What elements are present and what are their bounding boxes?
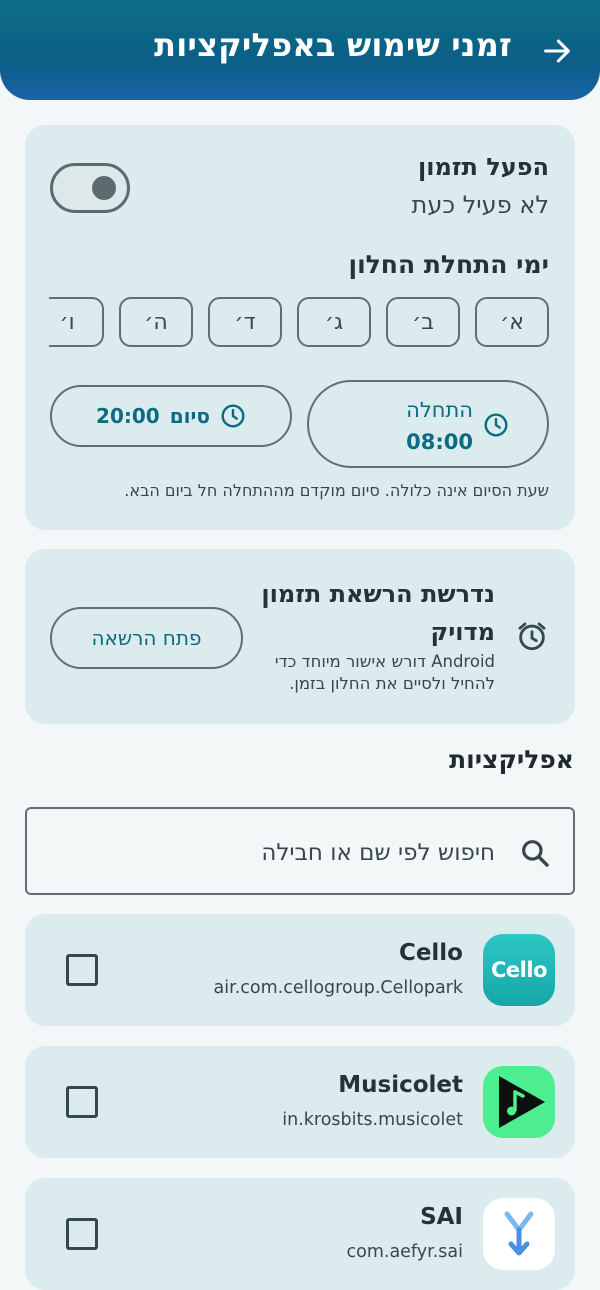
day-chip[interactable]: ד׳ <box>208 297 282 347</box>
day-chip[interactable]: ב׳ <box>386 297 460 347</box>
app-checkbox[interactable] <box>66 1086 98 1118</box>
page-title: זמני שימוש באפליקציות <box>154 26 512 64</box>
search-icon <box>522 840 549 867</box>
cello-app-icon: Cello <box>483 934 555 1006</box>
end-time-button[interactable]: סיום 20:00 <box>50 385 292 447</box>
day-chip[interactable]: ה׳ <box>119 297 193 347</box>
app-checkbox[interactable] <box>66 1218 98 1250</box>
schedule-title: הפעל תזמון <box>418 153 549 181</box>
schedule-note: שעת הסיום אינה כלולה. סיום מוקדם מההתחלה… <box>124 481 549 500</box>
musicolet-app-icon <box>483 1066 555 1138</box>
app-name: Cello <box>398 940 463 966</box>
app-name: Musicolet <box>338 1072 463 1098</box>
app-checkbox[interactable] <box>66 954 98 986</box>
apps-section-title: אפליקציות <box>449 745 574 774</box>
schedule-status: לא פעיל כעת <box>411 191 549 219</box>
permission-body: Android דורש אישור מיוחד כדי להחיל ולסיי… <box>274 652 495 693</box>
start-time-value: 08:00 <box>406 430 473 454</box>
open-permission-button[interactable]: פתח הרשאה <box>50 607 243 669</box>
end-time-value: 20:00 <box>96 404 160 428</box>
days-title: ימי התחלת החלון <box>348 250 550 279</box>
app-item-musicolet[interactable]: Musicolet in.krosbits.musicolet <box>25 1046 575 1158</box>
permission-card: נדרשת הרשאת תזמון מדויק Android דורש איש… <box>25 549 575 724</box>
schedule-toggle[interactable] <box>50 163 130 213</box>
app-item-sai[interactable]: SAI com.aefyr.sai <box>25 1178 575 1290</box>
merge-arrow-icon <box>504 1211 534 1256</box>
cello-logo: Cello <box>491 958 547 982</box>
play-note-icon <box>499 1076 545 1128</box>
sai-app-icon <box>483 1198 555 1270</box>
schedule-card: הפעל תזמון לא פעיל כעת ימי התחלת החלון א… <box>25 125 575 530</box>
search-box <box>25 807 575 895</box>
app-package: in.krosbits.musicolet <box>282 1110 463 1130</box>
start-time-button[interactable]: התחלה 08:00 <box>307 380 549 468</box>
end-label: סיום <box>169 404 210 428</box>
days-row: א׳ב׳ג׳ד׳ה׳ו׳ש׳ <box>49 297 549 347</box>
days-scroller[interactable]: א׳ב׳ג׳ד׳ה׳ו׳ש׳ <box>49 297 549 349</box>
app-package: air.com.cellogroup.Cellopark <box>213 978 463 998</box>
day-chip[interactable]: א׳ <box>475 297 549 347</box>
start-label: התחלה <box>406 398 473 422</box>
back-arrow-icon[interactable] <box>540 34 574 68</box>
day-chip[interactable]: ג׳ <box>297 297 371 347</box>
app-package: com.aefyr.sai <box>346 1242 464 1262</box>
clock-icon <box>484 413 508 437</box>
app-bar: זמני שימוש באפליקציות <box>0 0 600 100</box>
day-chip[interactable]: ו׳ <box>49 297 104 347</box>
permission-title: נדרשת הרשאת תזמון מדויק <box>261 580 495 646</box>
toggle-knob <box>92 176 116 200</box>
clock-icon <box>221 404 245 428</box>
alarm-clock-icon <box>518 622 546 651</box>
app-item-cello[interactable]: Cello Cello air.com.cellogroup.Cellopark <box>25 914 575 1026</box>
app-name: SAI <box>420 1204 463 1230</box>
search-input[interactable] <box>77 831 497 875</box>
